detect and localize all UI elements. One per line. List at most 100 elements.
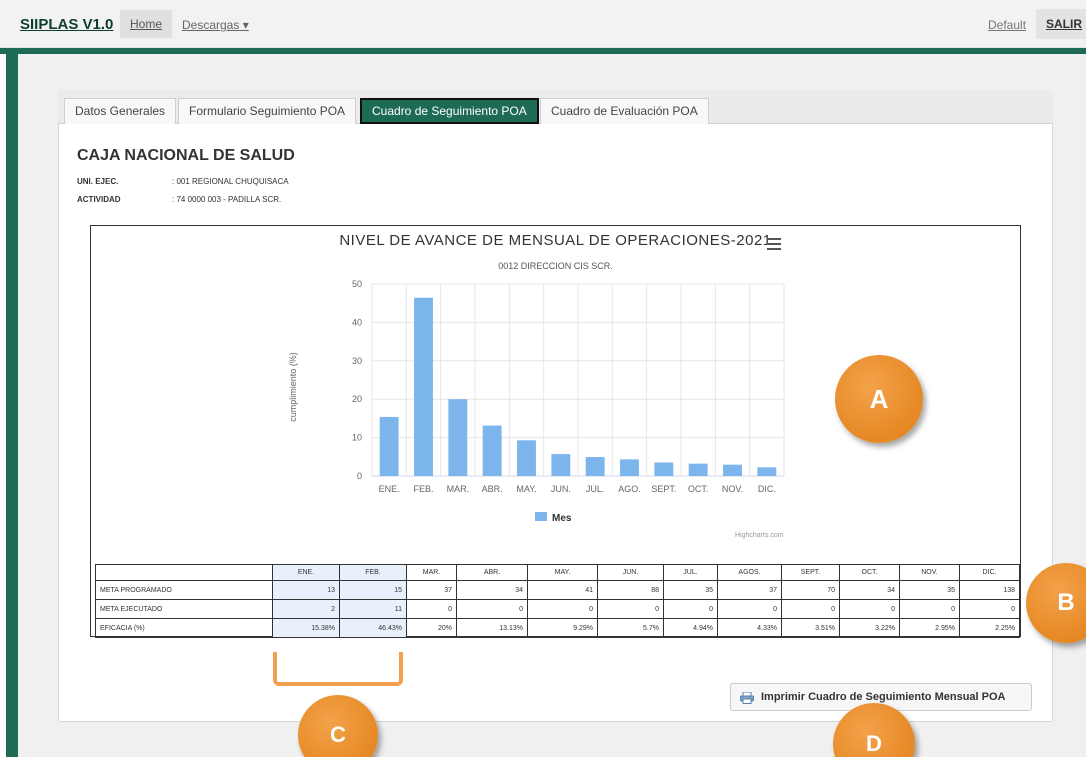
nav-descargas-dropdown[interactable]: Descargas ▾ <box>182 18 249 32</box>
nav-home-link[interactable]: Home <box>120 10 173 38</box>
table-cell: 2.25% <box>959 618 1020 638</box>
bar <box>620 459 639 476</box>
table-cell: 37 <box>717 580 782 600</box>
table-header-cell: MAY. <box>527 564 598 581</box>
table-header-cell: JUN. <box>597 564 664 581</box>
chart-title: NIVEL DE AVANCE DE MENSUAL DE OPERACIONE… <box>339 232 772 249</box>
row-label-cell: META EJECUTADO <box>95 599 273 619</box>
table-cell: 3.51% <box>781 618 840 638</box>
y-tick-label: 0 <box>357 471 362 481</box>
table-header-cell: ABR. <box>456 564 528 581</box>
bar <box>482 425 502 476</box>
table-cell: 41 <box>527 580 598 600</box>
table-header-cell: OCT. <box>839 564 900 581</box>
x-tick-label: JUN. <box>551 484 571 494</box>
table-cell: 34 <box>839 580 900 600</box>
x-tick-label: OCT. <box>688 484 709 494</box>
uni-ejec-label: UNI. EJEC. <box>77 177 119 186</box>
page-title: CAJA NACIONAL DE SALUD <box>77 147 295 164</box>
table-header-cell: AGOS. <box>717 564 782 581</box>
x-tick-label: ENE. <box>379 484 400 494</box>
data-table: ENE. FEB. MAR. ABR. MAY. JUN. JUL. AGOS. SEPT. OC… <box>95 564 1020 638</box>
tab-cuadro-seguimiento[interactable]: Cuadro de Seguimiento POA <box>360 98 539 124</box>
highlight-bracket <box>273 652 403 686</box>
bar <box>414 297 433 476</box>
marker-a: A <box>835 355 923 443</box>
x-tick-label: NOV. <box>722 484 743 494</box>
table-cell: 35 <box>663 580 718 600</box>
tab-datos-generales[interactable]: Datos Generales <box>64 98 177 124</box>
chart-credits[interactable]: Highcharts.com <box>735 532 784 539</box>
table-cell: 46.43% <box>339 618 407 638</box>
table-cell: 9.29% <box>527 618 598 638</box>
table-cell: 0 <box>406 599 457 619</box>
x-tick-label: AGO. <box>618 484 641 494</box>
top-navbar: SIIPLAS V1.0 Home Descargas ▾ Default SA… <box>0 0 1086 48</box>
table-cell: 0 <box>597 599 664 619</box>
table-cell: 0 <box>663 599 718 619</box>
y-tick-label: 40 <box>352 317 362 327</box>
bar-chart: 0 10 20 30 40 50 ENE. FEB. MAR. ABR. MAY. JUN. JUL. A… <box>352 279 785 524</box>
x-tick-label: SEPT. <box>651 484 676 494</box>
table-cell: 4.94% <box>663 618 718 638</box>
x-tick-label: MAY. <box>516 484 536 494</box>
logout-button[interactable]: SALIR <box>1036 9 1086 39</box>
table-cell: 37 <box>406 580 457 600</box>
chart-menu-icon[interactable] <box>767 238 781 250</box>
y-tick-label: 10 <box>352 433 362 443</box>
x-tick-label: FEB. <box>413 484 433 494</box>
bar <box>654 462 674 476</box>
table-cell: 0 <box>839 599 900 619</box>
table-row: META PROGRAMADO 13 15 37 34 41 88 35 37 70 34 35 138 <box>95 580 1020 600</box>
frame-left-border <box>6 48 18 757</box>
actividad-label: ACTIVIDAD <box>77 195 121 204</box>
y-tick-label: 50 <box>352 279 362 289</box>
table-header-row: ENE. FEB. MAR. ABR. MAY. JUN. JUL. AGOS. SEPT. OC… <box>95 564 1020 581</box>
table-header-cell: DIC. <box>959 564 1020 581</box>
table-cell: 3.22% <box>839 618 900 638</box>
table-header-cell: SEPT. <box>781 564 840 581</box>
bar <box>517 440 536 476</box>
row-label-cell: META PROGRAMADO <box>95 580 273 600</box>
nav-descargas-label: Descargas <box>182 18 240 32</box>
y-tick-label: 30 <box>352 356 362 366</box>
table-cell: 11 <box>339 599 407 619</box>
table-header-cell: MAR. <box>406 564 457 581</box>
table-cell: 13 <box>272 580 340 600</box>
caret-down-icon: ▾ <box>242 18 249 32</box>
table-cell: 15.38% <box>272 618 340 638</box>
table-cell: 70 <box>781 580 840 600</box>
table-cell: 35 <box>899 580 960 600</box>
y-axis-label: cumplimiento (%) <box>288 352 298 422</box>
table-cell: 34 <box>456 580 528 600</box>
bar <box>757 467 777 476</box>
table-corner-cell <box>95 564 273 581</box>
table-cell: 15 <box>339 580 407 600</box>
table-header-cell: ENE. <box>272 564 340 581</box>
bar <box>448 399 468 476</box>
table-cell: 2 <box>272 599 340 619</box>
legend-swatch <box>535 512 547 521</box>
table-cell: 0 <box>717 599 782 619</box>
table-cell: 88 <box>597 580 664 600</box>
table-cell: 0 <box>959 599 1020 619</box>
table-cell: 20% <box>406 618 457 638</box>
x-tick-label: ABR. <box>482 484 503 494</box>
uni-ejec-value: : 001 REGIONAL CHUQUISACA <box>172 177 289 186</box>
table-cell: 13.13% <box>456 618 528 638</box>
bar <box>688 463 708 476</box>
row-label-cell: EFICACIA (%) <box>95 618 273 638</box>
table-cell: 0 <box>781 599 840 619</box>
x-tick-label: JUL. <box>586 484 605 494</box>
tab-formulario-seguimiento[interactable]: Formulario Seguimiento POA <box>178 98 357 124</box>
tab-cuadro-evaluacion[interactable]: Cuadro de Evaluación POA <box>540 98 709 124</box>
brand-link[interactable]: SIIPLAS V1.0 <box>20 16 113 33</box>
table-cell: 138 <box>959 580 1020 600</box>
table-header-cell: JUL. <box>663 564 718 581</box>
nav-default-link[interactable]: Default <box>988 18 1026 32</box>
table-header-cell: FEB. <box>339 564 407 581</box>
table-cell: 0 <box>456 599 528 619</box>
x-tick-label: DIC. <box>758 484 776 494</box>
legend-label: Mes <box>552 513 572 524</box>
table-cell: 5.7% <box>597 618 664 638</box>
